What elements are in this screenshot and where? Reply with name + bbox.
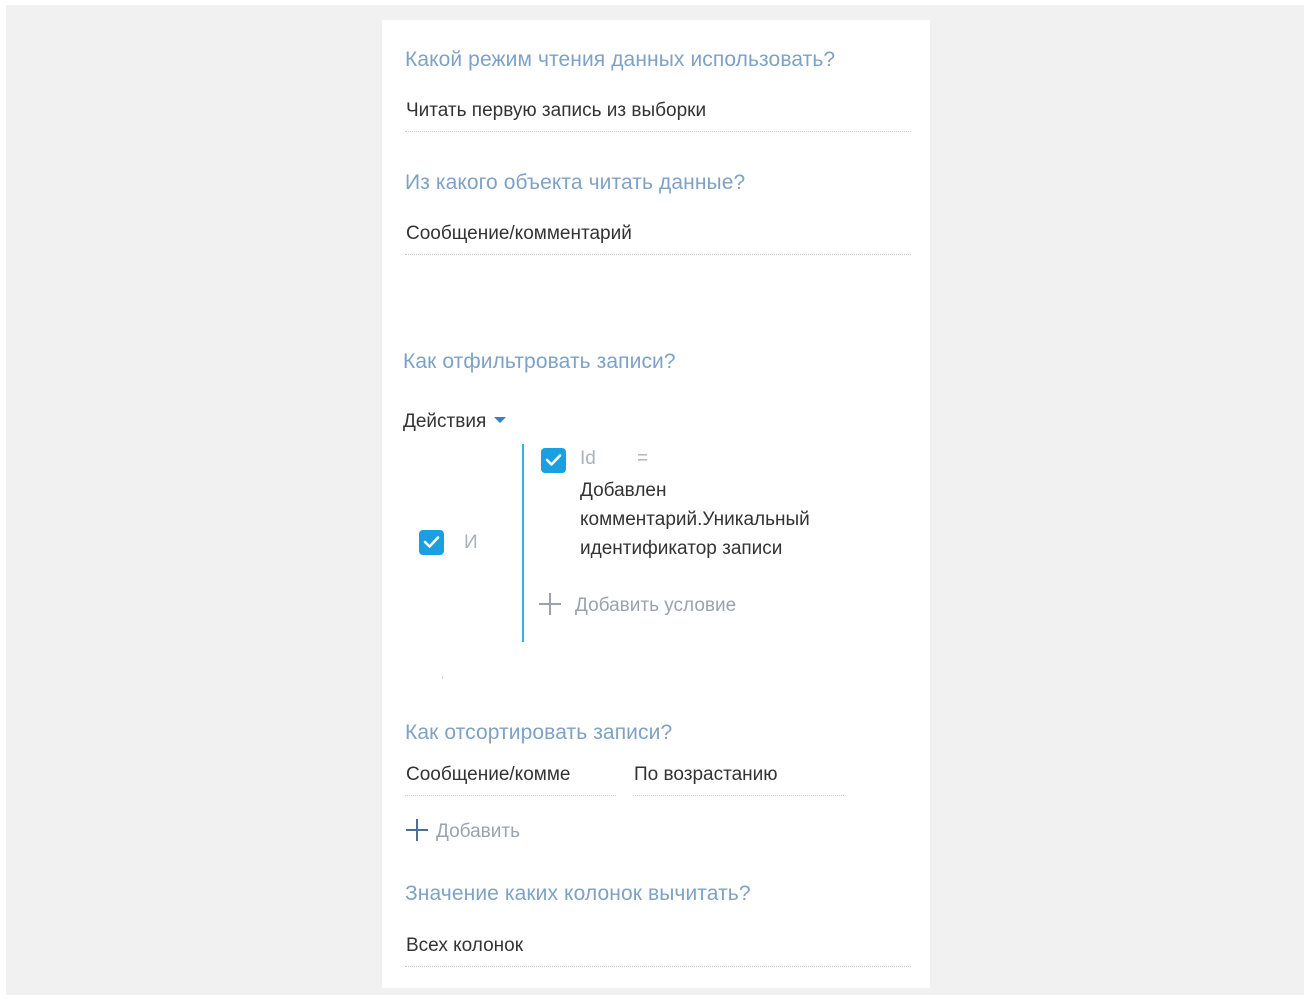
read-data-settings-panel: Какой режим чтения данных использовать? … (382, 20, 930, 988)
filter-question: Как отфильтровать записи? (403, 350, 676, 373)
read-mode-field[interactable]: Читать первую запись из выборки (405, 94, 911, 132)
add-sort-button[interactable]: Добавить (406, 819, 520, 843)
condition-operator[interactable]: = (637, 448, 648, 470)
filter-group-bracket (522, 444, 524, 642)
sort-column-field[interactable]: Сообщение/комме (405, 758, 616, 796)
condition-column[interactable]: Id (580, 448, 596, 470)
sort-question: Как отсортировать записи? (405, 721, 673, 744)
columns-field[interactable]: Всех колонок (405, 929, 911, 967)
source-object-question: Из какого объекта читать данные? (405, 171, 746, 194)
add-condition-label: Добавить условие (575, 595, 737, 617)
sort-direction-value: По возрастанию (634, 764, 778, 785)
checkmark-icon (423, 536, 440, 548)
filter-group-checkbox[interactable] (419, 530, 444, 555)
filter-actions-menu[interactable]: Действия (403, 411, 507, 433)
add-condition-button[interactable]: Добавить условие (539, 593, 737, 617)
add-sort-label: Добавить (436, 821, 520, 843)
sort-direction-field[interactable]: По возрастанию (633, 758, 844, 796)
filter-actions-label: Действия (403, 411, 487, 432)
plus-icon (406, 819, 428, 841)
divider-mark (442, 676, 443, 679)
sort-column-value: Сообщение/комме (406, 764, 571, 785)
columns-question: Значение каких колонок вычитать? (405, 882, 751, 905)
condition-checkbox[interactable] (541, 448, 566, 473)
read-mode-value: Читать первую запись из выборки (406, 100, 707, 121)
condition-value[interactable]: Добавлен комментарий.Уникальный идентифи… (580, 476, 880, 563)
plus-icon (539, 593, 561, 615)
checkmark-icon (545, 454, 562, 466)
columns-value: Всех колонок (406, 935, 524, 956)
filter-group-operator[interactable]: И (464, 532, 478, 554)
source-object-field[interactable]: Сообщение/комментарий (405, 217, 911, 255)
read-mode-question: Какой режим чтения данных использовать? (405, 48, 836, 71)
caret-down-icon (494, 416, 507, 423)
source-object-value: Сообщение/комментарий (406, 223, 632, 244)
